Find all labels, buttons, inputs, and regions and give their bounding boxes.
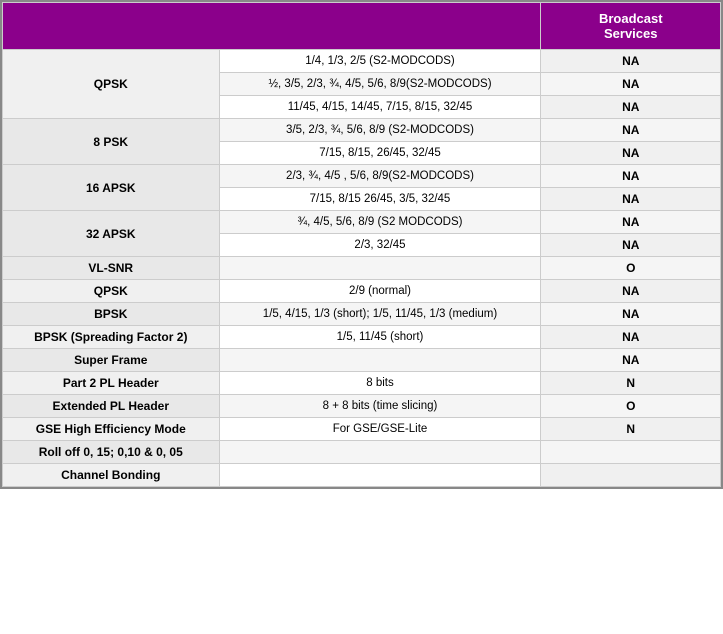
row-value: 7/15, 8/15, 26/45, 32/45	[219, 142, 541, 165]
table-row: Roll off 0, 15; 0,10 & 0, 05	[3, 441, 721, 464]
system-config-table: BroadcastServices QPSK1/4, 1/3, 2/5 (S2-…	[2, 2, 721, 487]
row-value	[219, 464, 541, 487]
row-value: 2/3, ¾, 4/5 , 5/6, 8/9(S2-MODCODS)	[219, 165, 541, 188]
main-table-wrapper: BroadcastServices QPSK1/4, 1/3, 2/5 (S2-…	[0, 0, 723, 489]
row-label: Part 2 PL Header	[3, 372, 220, 395]
row-value: 1/4, 1/3, 2/5 (S2-MODCODS)	[219, 50, 541, 73]
row-label: BPSK	[3, 303, 220, 326]
row-value: 1/5, 11/45 (short)	[219, 326, 541, 349]
row-value: 2/3, 32/45	[219, 234, 541, 257]
row-label: 8 PSK	[3, 119, 220, 165]
row-value: ¾, 4/5, 5/6, 8/9 (S2 MODCODS)	[219, 211, 541, 234]
table-row: BPSK (Spreading Factor 2)1/5, 11/45 (sho…	[3, 326, 721, 349]
row-broadcast: N	[541, 418, 721, 441]
table-row: 8 PSK3/5, 2/3, ¾, 5/6, 8/9 (S2-MODCODS)N…	[3, 119, 721, 142]
row-broadcast: O	[541, 257, 721, 280]
row-broadcast: NA	[541, 96, 721, 119]
row-value: For GSE/GSE-Lite	[219, 418, 541, 441]
row-label: Roll off 0, 15; 0,10 & 0, 05	[3, 441, 220, 464]
table-row: Part 2 PL Header8 bitsN	[3, 372, 721, 395]
row-value: 7/15, 8/15 26/45, 3/5, 32/45	[219, 188, 541, 211]
row-value: ½, 3/5, 2/3, ¾, 4/5, 5/6, 8/9(S2-MODCODS…	[219, 73, 541, 96]
row-broadcast: NA	[541, 50, 721, 73]
row-label: 16 APSK	[3, 165, 220, 211]
row-broadcast: NA	[541, 119, 721, 142]
row-value	[219, 257, 541, 280]
table-row: BPSK1/5, 4/15, 1/3 (short); 1/5, 11/45, …	[3, 303, 721, 326]
row-value: 3/5, 2/3, ¾, 5/6, 8/9 (S2-MODCODS)	[219, 119, 541, 142]
row-value: 1/5, 4/15, 1/3 (short); 1/5, 11/45, 1/3 …	[219, 303, 541, 326]
table-row: Super Frame NA	[3, 349, 721, 372]
table-row: GSE High Efficiency ModeFor GSE/GSE-Lite…	[3, 418, 721, 441]
row-value: 11/45, 4/15, 14/45, 7/15, 8/15, 32/45	[219, 96, 541, 119]
row-broadcast: NA	[541, 234, 721, 257]
row-label: BPSK (Spreading Factor 2)	[3, 326, 220, 349]
row-label: VL-SNR	[3, 257, 220, 280]
row-broadcast: NA	[541, 142, 721, 165]
row-broadcast	[541, 441, 721, 464]
row-broadcast: NA	[541, 280, 721, 303]
header-sys-config	[3, 3, 541, 50]
row-value	[219, 349, 541, 372]
row-label: QPSK	[3, 280, 220, 303]
row-label: Super Frame	[3, 349, 220, 372]
row-label: QPSK	[3, 50, 220, 119]
table-row: Extended PL Header8 + 8 bits (time slici…	[3, 395, 721, 418]
row-label: 32 APSK	[3, 211, 220, 257]
table-row: VL-SNR O	[3, 257, 721, 280]
row-label: GSE High Efficiency Mode	[3, 418, 220, 441]
table-row: 16 APSK2/3, ¾, 4/5 , 5/6, 8/9(S2-MODCODS…	[3, 165, 721, 188]
row-broadcast: NA	[541, 73, 721, 96]
row-broadcast: NA	[541, 326, 721, 349]
row-value: 8 + 8 bits (time slicing)	[219, 395, 541, 418]
row-value: 8 bits	[219, 372, 541, 395]
row-broadcast: O	[541, 395, 721, 418]
table-row: Channel Bonding	[3, 464, 721, 487]
row-broadcast: N	[541, 372, 721, 395]
row-broadcast: NA	[541, 188, 721, 211]
row-broadcast: NA	[541, 303, 721, 326]
row-broadcast: NA	[541, 349, 721, 372]
table-row: QPSK2/9 (normal)NA	[3, 280, 721, 303]
row-value	[219, 441, 541, 464]
table-row: 32 APSK¾, 4/5, 5/6, 8/9 (S2 MODCODS)NA	[3, 211, 721, 234]
row-label: Channel Bonding	[3, 464, 220, 487]
row-value: 2/9 (normal)	[219, 280, 541, 303]
row-broadcast	[541, 464, 721, 487]
header-broadcast: BroadcastServices	[541, 3, 721, 50]
row-broadcast: NA	[541, 165, 721, 188]
table-row: QPSK1/4, 1/3, 2/5 (S2-MODCODS)NA	[3, 50, 721, 73]
row-broadcast: NA	[541, 211, 721, 234]
row-label: Extended PL Header	[3, 395, 220, 418]
